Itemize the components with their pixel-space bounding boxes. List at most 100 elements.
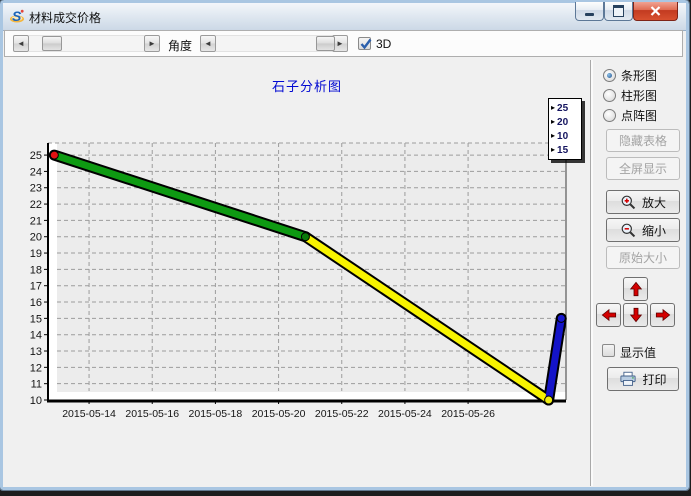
angle-scroll-track[interactable]	[216, 35, 332, 52]
radio-bar-chart[interactable]: 条形图	[603, 68, 657, 83]
hide-table-button[interactable]: 隐藏表格	[606, 129, 680, 152]
y-tick-label: 25	[30, 150, 42, 162]
arrow-up-icon	[628, 281, 644, 297]
zoom-out-label: 缩小	[642, 222, 666, 239]
legend-item[interactable]: ▸ 10	[551, 129, 577, 143]
close-button[interactable]	[633, 2, 678, 21]
window-controls	[575, 2, 678, 21]
magnifier-minus-icon	[620, 222, 637, 239]
data-point-marker	[301, 233, 309, 241]
legend-value: 20	[557, 117, 568, 128]
minimize-button[interactable]	[575, 2, 604, 21]
move-down-button[interactable]	[623, 303, 648, 327]
position-scrollbar: ◄ ►	[13, 35, 160, 52]
x-tick-label: 2015-05-20	[252, 408, 306, 420]
x-tick-label: 2015-05-14	[62, 408, 116, 420]
maximize-button[interactable]	[604, 2, 633, 21]
legend-item[interactable]: ▸ 20	[551, 115, 577, 129]
radio-dot-chart[interactable]: 点阵图	[603, 108, 657, 123]
fullscreen-label: 全屏显示	[619, 160, 667, 177]
position-scroll-thumb[interactable]	[42, 36, 62, 51]
zoom-out-button[interactable]: 缩小	[606, 218, 680, 242]
angle-label: 角度	[168, 37, 192, 54]
magnifier-plus-icon	[620, 194, 637, 211]
chart-panel: 石子分析图 1011121314151617181920212223242520…	[8, 60, 591, 486]
angle-scrollbar: ◄ ►	[200, 35, 348, 52]
legend-item[interactable]: ▸ 15	[551, 143, 577, 157]
radio-column-chart-label: 柱形图	[621, 87, 657, 104]
side-panel: 条形图 柱形图 点阵图 隐藏表格 全屏显示 放大	[591, 60, 686, 486]
chart-legend: ▸ 25 ▸ 20 ▸ 10 ▸ 15	[548, 98, 582, 160]
3d-checkbox[interactable]	[358, 37, 371, 50]
zoom-in-label: 放大	[642, 194, 666, 211]
x-tick-label: 2015-05-24	[378, 408, 432, 420]
print-button[interactable]: 打印	[607, 367, 679, 391]
x-tick-label: 2015-05-16	[125, 408, 179, 420]
zoom-in-button[interactable]: 放大	[606, 190, 680, 214]
legend-value: 10	[557, 131, 568, 142]
move-right-button[interactable]	[650, 303, 675, 327]
radio-icon	[603, 89, 616, 102]
legend-marker-icon: ▸	[551, 118, 555, 126]
y-tick-label: 20	[30, 232, 42, 244]
y-tick-label: 18	[30, 264, 42, 276]
radio-bar-chart-label: 条形图	[621, 67, 657, 84]
fullscreen-button[interactable]: 全屏显示	[606, 157, 680, 180]
legend-marker-icon: ▸	[551, 146, 555, 154]
maximize-icon	[613, 5, 624, 17]
legend-item[interactable]: ▸ 25	[551, 101, 577, 115]
show-value-label: 显示值	[620, 344, 656, 361]
show-value-checkbox[interactable]	[602, 344, 615, 357]
radio-icon	[603, 109, 616, 122]
printer-icon	[619, 371, 637, 387]
toolbar: ◄ ► 角度 ◄ ► 3D	[4, 30, 683, 57]
original-size-label: 原始大小	[619, 249, 667, 266]
y-tick-label: 16	[30, 297, 42, 309]
radio-dot-chart-label: 点阵图	[621, 107, 657, 124]
y-tick-label: 24	[30, 166, 42, 178]
hide-table-label: 隐藏表格	[619, 132, 667, 149]
angle-scroll-thumb[interactable]	[316, 36, 335, 51]
y-tick-label: 11	[31, 379, 42, 391]
y-tick-label: 22	[30, 199, 42, 211]
3d-checkbox-label: 3D	[376, 37, 391, 51]
title-bar[interactable]: S 材料成交价格	[3, 3, 686, 31]
print-label: 打印	[642, 371, 666, 388]
original-size-button[interactable]: 原始大小	[606, 246, 680, 269]
x-tick-label: 2015-05-18	[189, 408, 243, 420]
app-window: S 材料成交价格 ◄	[0, 0, 689, 490]
right-arrow-icon: ►	[148, 40, 156, 48]
check-icon	[359, 37, 373, 51]
y-tick-label: 12	[30, 362, 42, 374]
move-up-button[interactable]	[623, 277, 648, 301]
close-icon	[650, 6, 661, 16]
y-tick-label: 14	[30, 330, 42, 342]
right-arrow-icon: ►	[336, 40, 344, 48]
arrow-left-icon	[601, 307, 617, 323]
position-scroll-left-button[interactable]: ◄	[13, 35, 29, 52]
left-arrow-icon: ◄	[17, 40, 25, 48]
bottom-wall	[48, 392, 566, 400]
position-scroll-right-button[interactable]: ►	[144, 35, 160, 52]
legend-value: 25	[557, 103, 568, 114]
y-tick-label: 10	[30, 395, 42, 407]
y-tick-label: 19	[30, 248, 42, 260]
chart-plot: 101112131415161718192021222324252015-05-…	[8, 60, 590, 486]
y-tick-label: 17	[30, 281, 42, 293]
radio-column-chart[interactable]: 柱形图	[603, 88, 657, 103]
data-point-marker	[557, 314, 565, 322]
arrow-down-icon	[628, 307, 644, 323]
left-wall	[49, 143, 57, 400]
y-tick-label: 21	[30, 215, 42, 227]
radio-icon	[603, 69, 616, 82]
angle-scroll-left-button[interactable]: ◄	[200, 35, 216, 52]
app-icon[interactable]: S	[9, 8, 25, 24]
x-tick-label: 2015-05-26	[441, 408, 495, 420]
data-point-marker	[545, 396, 553, 404]
legend-marker-icon: ▸	[551, 104, 555, 112]
svg-text:S: S	[12, 8, 22, 24]
move-left-button[interactable]	[596, 303, 621, 327]
window-title: 材料成交价格	[29, 9, 101, 26]
x-tick-label: 2015-05-22	[315, 408, 369, 420]
position-scroll-track[interactable]	[29, 35, 144, 52]
